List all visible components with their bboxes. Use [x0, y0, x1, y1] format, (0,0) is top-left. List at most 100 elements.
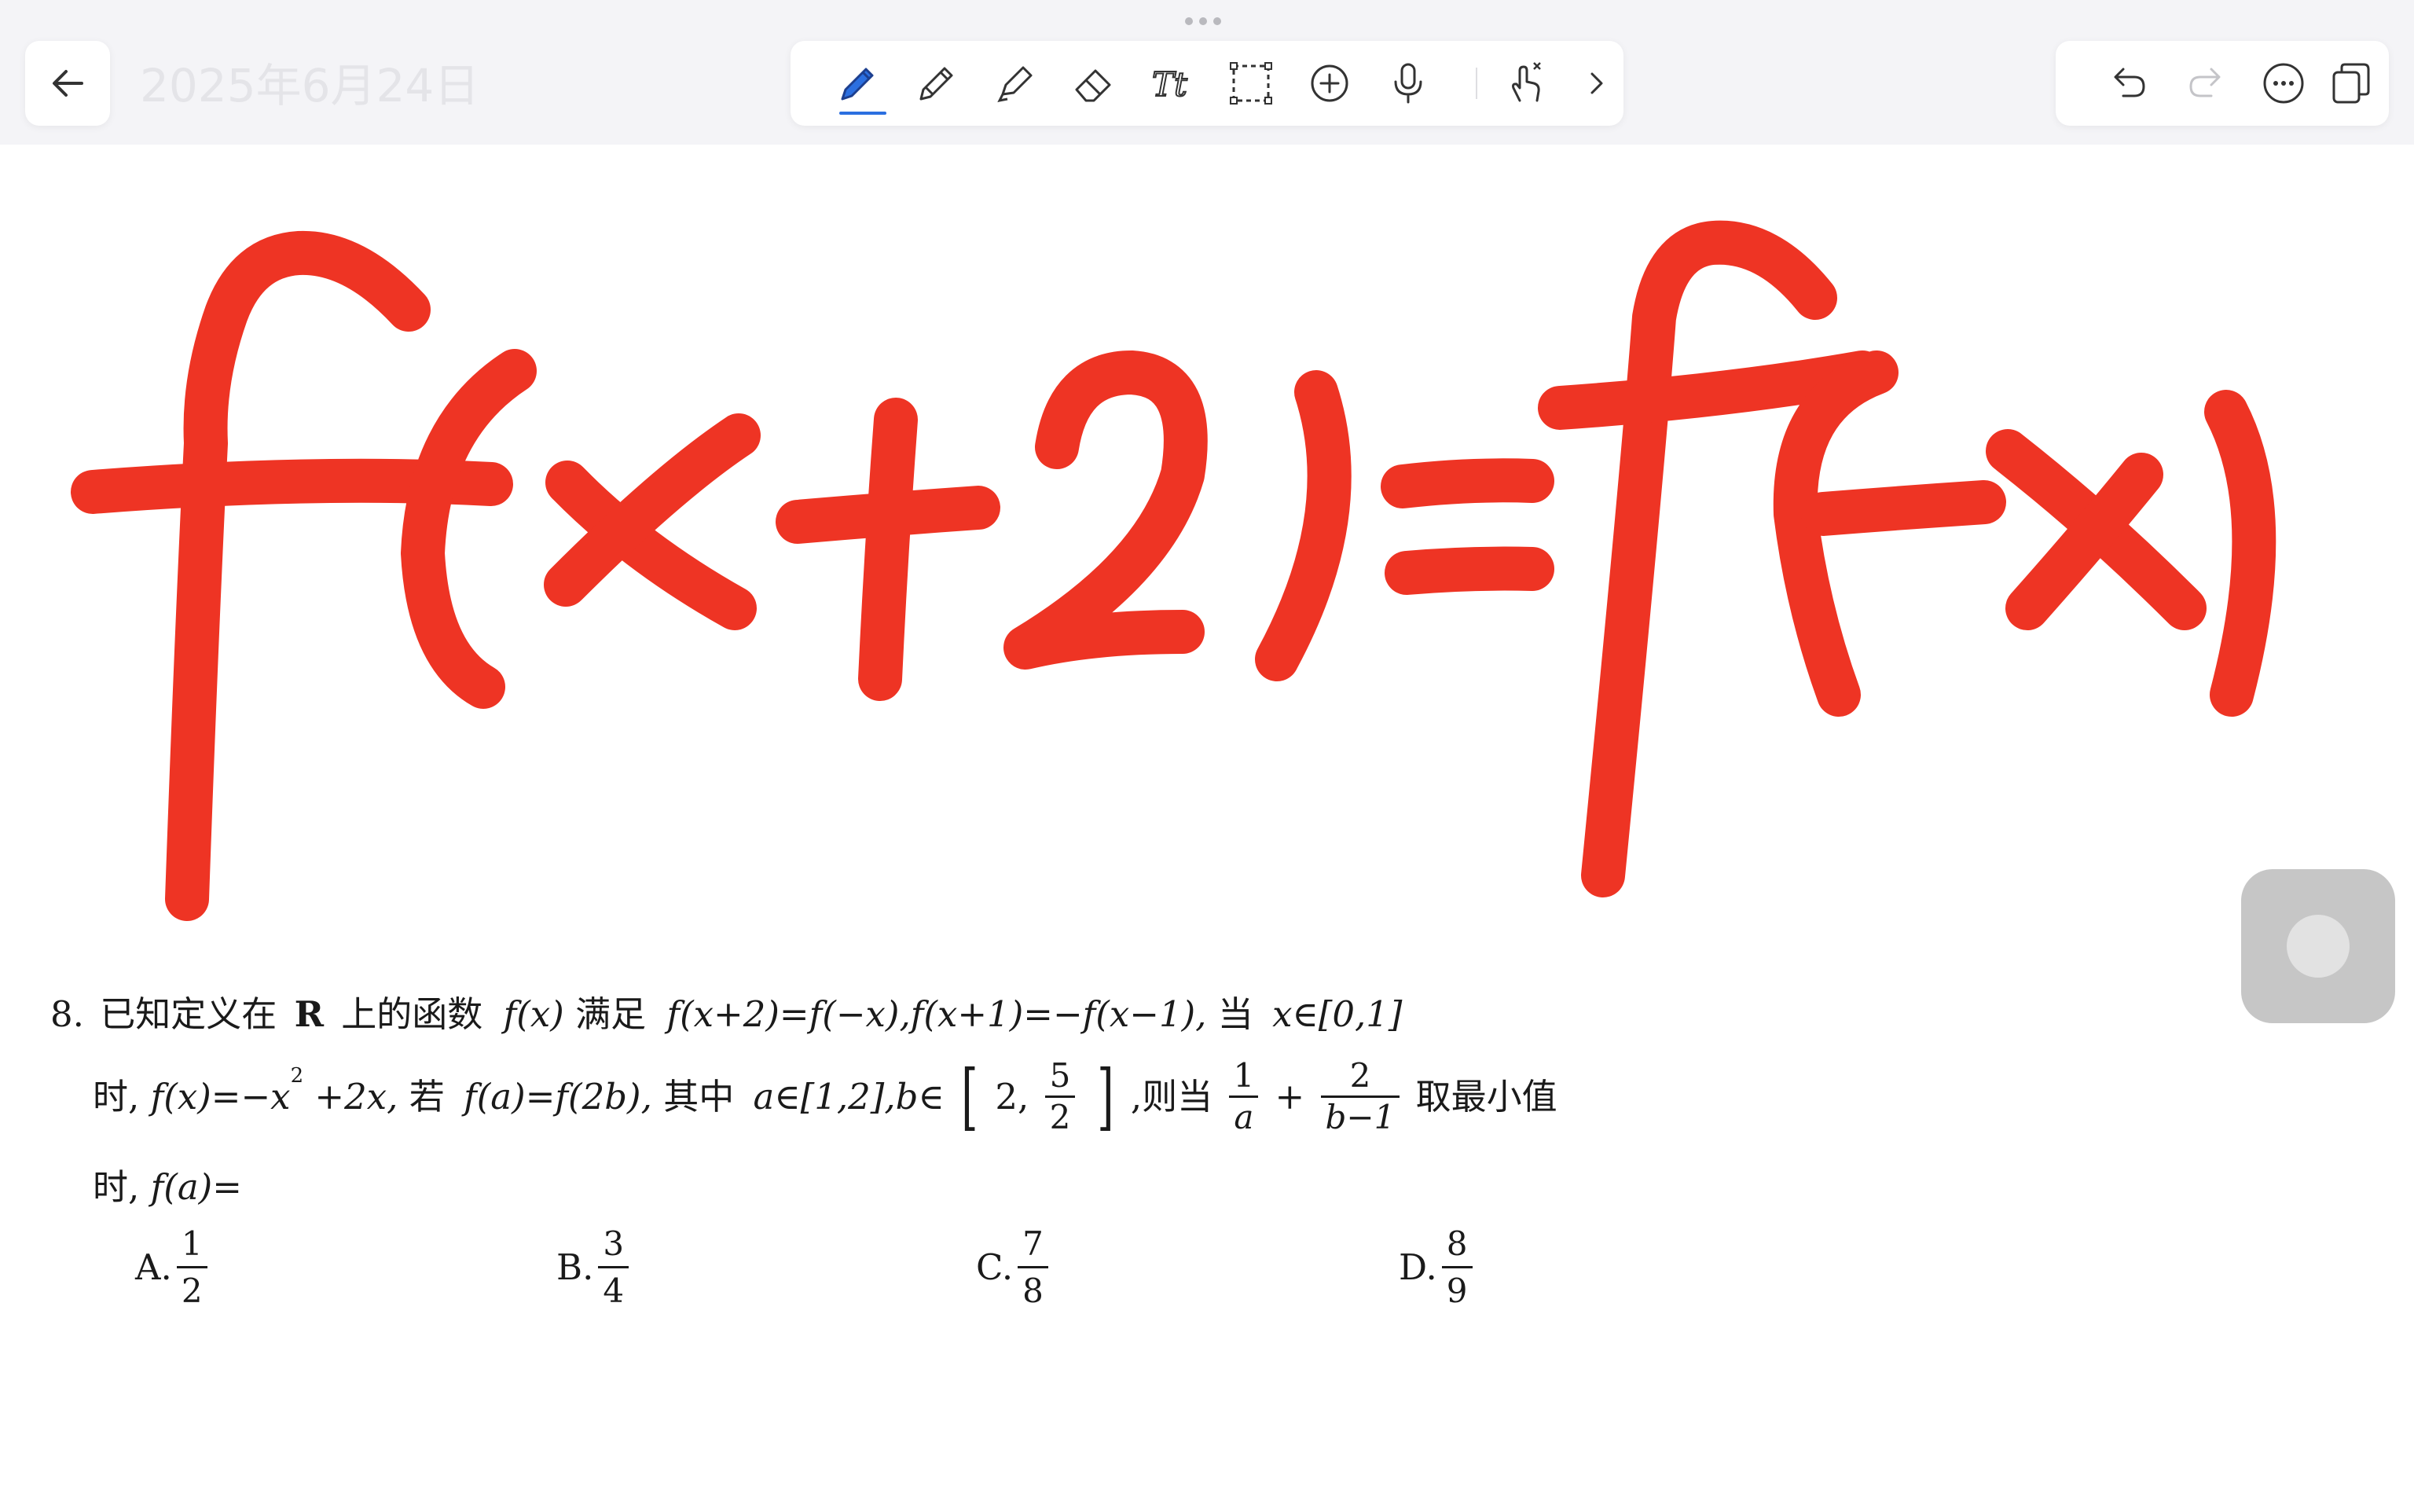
touch-gesture-icon	[1512, 62, 1541, 102]
assistive-touch-button[interactable]	[2241, 869, 2395, 1023]
problem-text: ,则当	[1130, 1076, 1213, 1117]
ink-equals-top	[1381, 458, 1554, 508]
problem-math: f(a)=f(2b),	[464, 1076, 652, 1117]
problem-math: +	[1275, 1076, 1305, 1117]
ink-open-paren	[401, 349, 537, 709]
back-arrow-icon	[53, 70, 83, 97]
denominator: 8	[1018, 1266, 1048, 1310]
denominator: 4	[598, 1266, 629, 1310]
text-tool-button[interactable]: Tt	[1144, 55, 1201, 112]
document-actions-panel	[2056, 41, 2389, 126]
redo-icon	[2189, 68, 2221, 97]
option-fraction: 89	[1441, 1224, 1473, 1310]
problem-text: 满足	[575, 993, 647, 1035]
highlighter-icon	[997, 66, 1033, 103]
select-tool-button[interactable]	[1223, 55, 1279, 112]
pen-tool-button[interactable]	[830, 55, 886, 112]
pages-icon	[2332, 63, 2370, 104]
add-icon	[1311, 64, 1348, 102]
option-fraction: 78	[1018, 1224, 1048, 1310]
fraction-one-over-a: 1a	[1228, 1059, 1259, 1134]
ink-close-paren	[1255, 370, 1352, 681]
numerator: 5	[1049, 1056, 1071, 1095]
interval-bracket: [	[961, 1054, 978, 1139]
option-label: C.	[976, 1246, 1014, 1288]
problem-text: 取最小值	[1415, 1076, 1557, 1117]
problem-math: f(x)	[503, 993, 564, 1035]
ink-equals-bottom	[1385, 546, 1554, 595]
option-d[interactable]: D. 89	[1399, 1224, 1477, 1310]
back-button[interactable]	[25, 41, 110, 126]
eraser-tool-button[interactable]	[1066, 55, 1122, 112]
problem-math: f(x)=−x	[150, 1076, 291, 1117]
insert-button[interactable]	[1301, 55, 1358, 112]
more-options-button[interactable]	[2255, 55, 2312, 112]
numerator: 1	[181, 1224, 203, 1263]
text-icon: Tt	[1151, 64, 1188, 105]
superscript: 2	[290, 1064, 304, 1088]
more-icon	[2263, 63, 2304, 104]
interval-bracket: ]	[1096, 1054, 1114, 1139]
problem-text: 时,	[93, 1076, 140, 1117]
undo-button[interactable]	[2100, 55, 2156, 112]
option-fraction: 34	[598, 1224, 629, 1310]
numerator: 8	[1446, 1224, 1468, 1263]
option-label: A.	[135, 1246, 172, 1288]
lasso-select-icon	[1230, 62, 1272, 105]
problem-text: 当	[1217, 993, 1253, 1035]
math-problem: 8. 已知定义在 R 上的函数 f(x) 满足 f(x+2)=f(−x),f(x…	[0, 962, 1807, 1355]
problem-math: f(x+2)=f(−x),f(x+1)=−f(x−1),	[666, 993, 1207, 1035]
problem-math: a∈[1,2],b∈	[753, 1076, 945, 1117]
fraction-two-over-b-minus-one: 2 b−1	[1320, 1056, 1400, 1134]
drawing-tools-panel: Tt	[791, 41, 1623, 126]
pencil-icon	[919, 67, 953, 101]
ink-close-paren-2	[2204, 390, 2276, 717]
problem-math: +2x,	[314, 1076, 398, 1117]
denominator: a	[1229, 1095, 1259, 1134]
option-label: D.	[1399, 1246, 1437, 1288]
fraction-five-halves: 52	[1044, 1056, 1076, 1134]
ink-f-stem	[165, 230, 431, 921]
problem-line-3: 时, f(a)=	[93, 1166, 242, 1205]
numerator: 3	[603, 1224, 625, 1263]
problem-number: 8.	[50, 993, 84, 1035]
denominator: b−1	[1320, 1095, 1400, 1134]
pen-icon	[841, 68, 874, 101]
drag-handle[interactable]	[1185, 17, 1221, 25]
selected-tool-indicator	[839, 112, 886, 115]
toolbar-divider	[1476, 68, 1477, 99]
redo-button[interactable]	[2178, 55, 2235, 112]
problem-line-1: 8. 已知定义在 R 上的函数 f(x) 满足 f(x+2)=f(−x),f(x…	[50, 993, 1402, 1032]
denominator: 2	[1044, 1095, 1076, 1134]
problem-math: f(a)=	[150, 1166, 242, 1208]
record-audio-button[interactable]	[1380, 55, 1436, 112]
handwritten-equation[interactable]	[0, 145, 2414, 962]
problem-math: x∈[0,1]	[1272, 993, 1403, 1035]
problem-math: 2,	[995, 1076, 1029, 1117]
ink-two	[1003, 350, 1208, 670]
microphone-icon	[1394, 63, 1422, 104]
pages-button[interactable]	[2323, 55, 2379, 112]
top-toolbar: 2025年6月24日 Tt	[0, 0, 2414, 145]
problem-text: R	[294, 993, 324, 1035]
numerator: 7	[1022, 1224, 1044, 1263]
eraser-icon	[1075, 69, 1111, 102]
more-tools-button[interactable]	[1568, 55, 1625, 112]
svg-text:Tt: Tt	[1152, 65, 1187, 104]
problem-text: 若	[409, 1076, 445, 1117]
pencil-tool-button[interactable]	[908, 55, 965, 112]
assistive-touch-icon	[2287, 915, 2350, 978]
ink-minus	[1801, 480, 2006, 536]
touch-draw-button[interactable]	[1498, 55, 1554, 112]
ink-plus-v	[858, 398, 918, 701]
option-b[interactable]: B. 34	[556, 1224, 633, 1310]
denominator: 9	[1441, 1266, 1473, 1310]
option-a[interactable]: A. 12	[135, 1224, 212, 1310]
highlighter-tool-button[interactable]	[987, 55, 1044, 112]
note-title[interactable]: 2025年6月24日	[140, 49, 479, 115]
problem-text: 其中	[663, 1076, 735, 1117]
numerator: 2	[1349, 1056, 1371, 1095]
option-c[interactable]: C. 78	[976, 1224, 1053, 1310]
undo-icon	[2114, 68, 2145, 97]
problem-text: 已知定义在	[100, 993, 277, 1035]
